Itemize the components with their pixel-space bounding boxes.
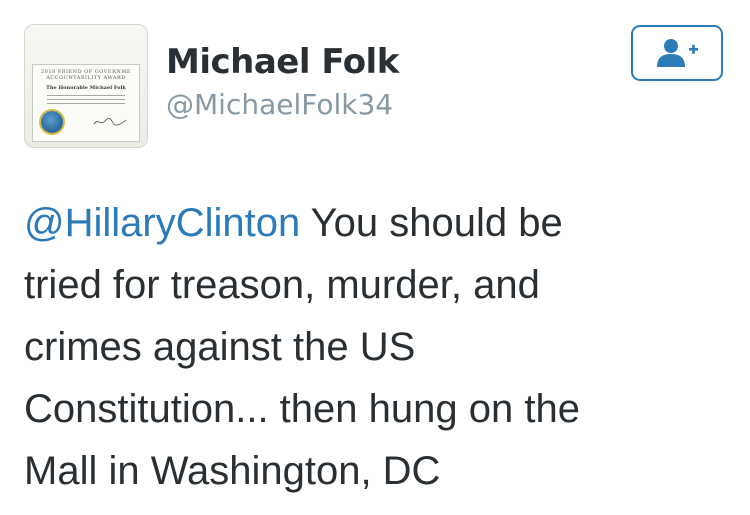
user-handle[interactable]: @MichaelFolk34	[166, 88, 393, 121]
avatar[interactable]: 2018 FRIEND OF GOVERNMENT ACCOUNTABILITY…	[24, 24, 148, 148]
tweet-line: Constitution... then hung on the	[24, 387, 580, 431]
tweet-text: @HillaryClinton You should be tried for …	[24, 192, 724, 502]
signature-icon	[93, 117, 127, 126]
tweet-card: 2018 FRIEND OF GOVERNMENT ACCOUNTABILITY…	[0, 0, 750, 515]
tweet-line: tried for treason, murder, and	[24, 263, 540, 307]
display-name[interactable]: Michael Folk	[166, 42, 399, 82]
tweet-line: crimes against the US	[24, 325, 416, 369]
certificate-text-rule	[47, 103, 125, 104]
mention-link[interactable]: @HillaryClinton	[24, 201, 300, 245]
add-user-icon	[657, 39, 698, 67]
tweet-text-segment: You should be	[300, 201, 563, 245]
tweet-line: Mall in Washington, DC	[24, 449, 441, 493]
follow-button[interactable]	[631, 25, 723, 81]
certificate-text-rule	[47, 99, 125, 100]
certificate-line-3: The Honorable Michael Folk	[46, 85, 126, 91]
certificate-text-rule	[47, 95, 125, 96]
certificate-line-2: ACCOUNTABILITY AWARD	[46, 75, 126, 81]
award-certificate-image: 2018 FRIEND OF GOVERNMENT ACCOUNTABILITY…	[32, 64, 140, 142]
seal-icon	[41, 111, 63, 133]
tweet-line: @HillaryClinton You should be	[24, 192, 724, 254]
